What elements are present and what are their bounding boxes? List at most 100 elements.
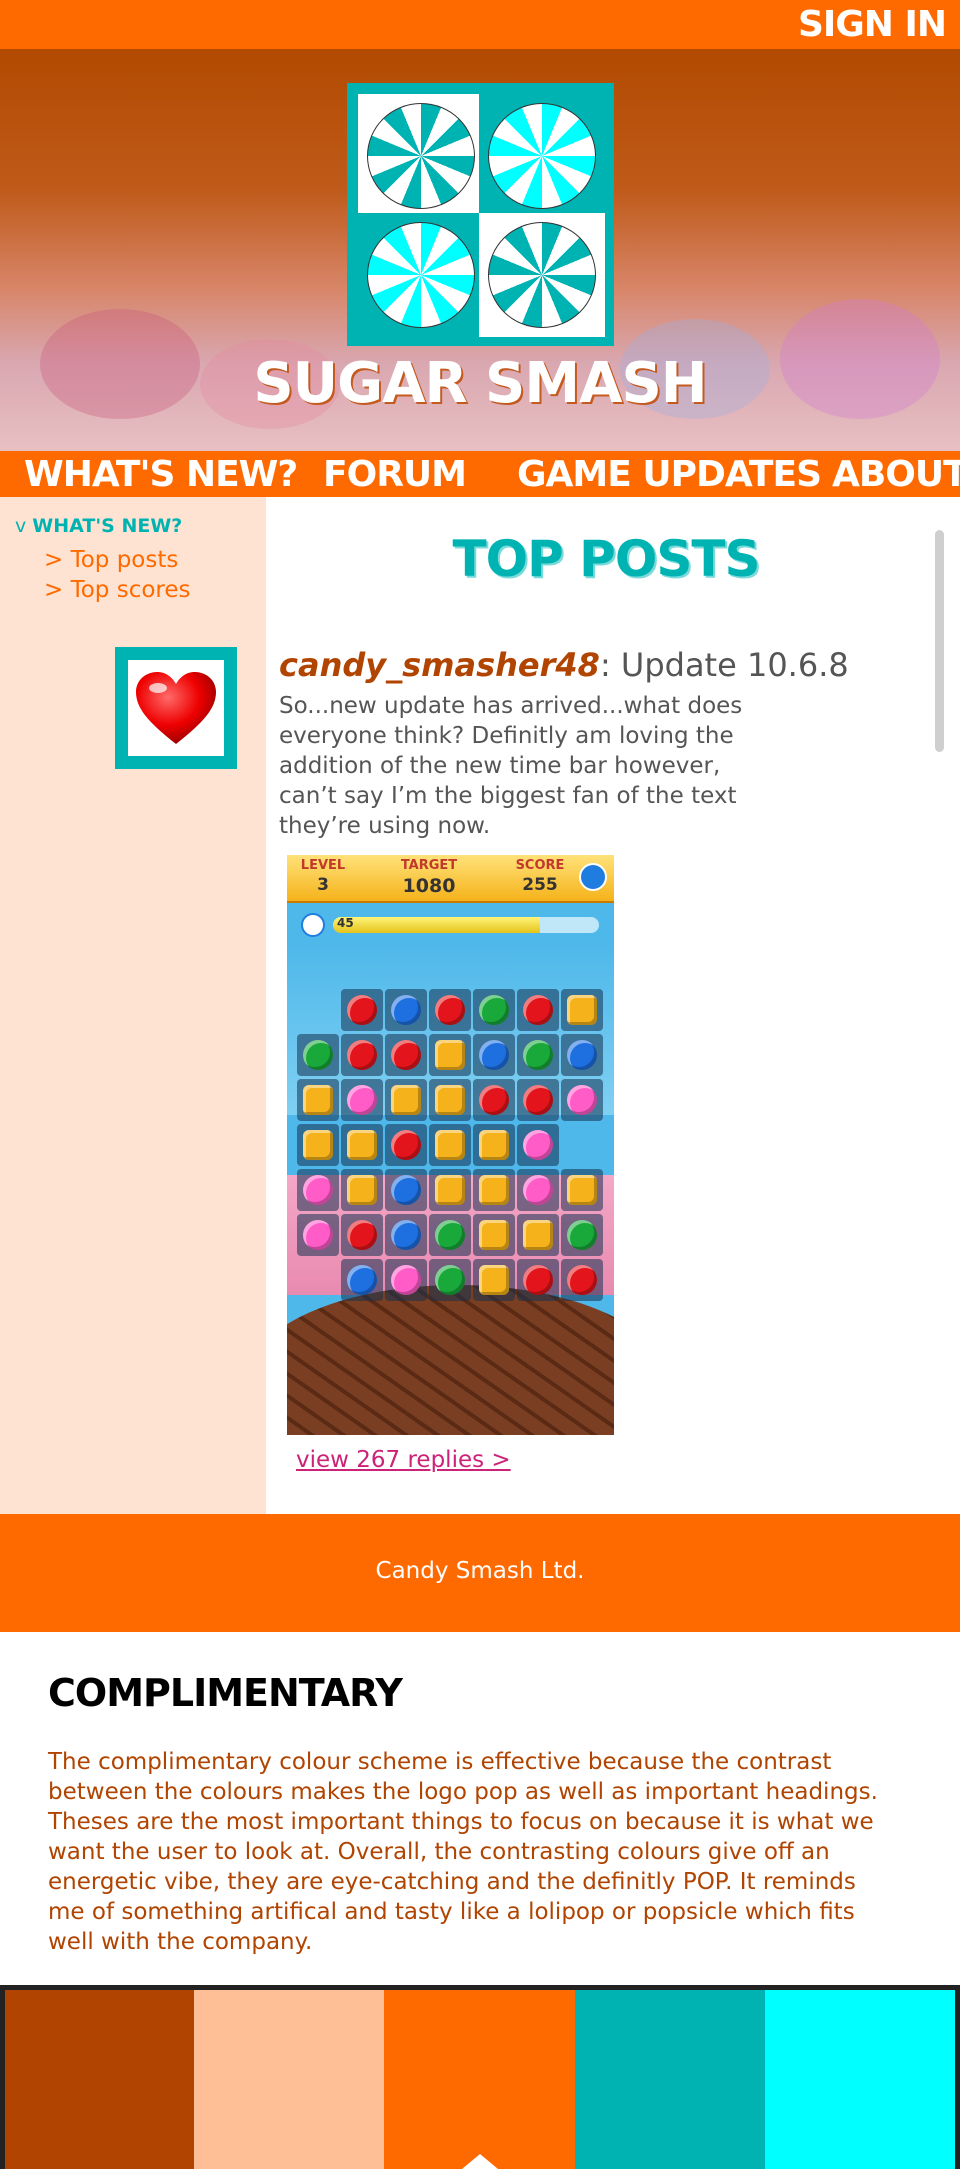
heart-candy-icon [523, 995, 553, 1025]
swatch-rust [5, 1990, 194, 2169]
complimentary-heading: COMPLIMENTARY [48, 1671, 403, 1715]
heart-candy-icon [391, 1130, 421, 1160]
score-value: 255 [522, 875, 558, 895]
board-cell [561, 989, 603, 1031]
caramel-candy-icon [347, 1175, 377, 1205]
board-cell [297, 1169, 339, 1211]
board-cell [297, 1124, 339, 1166]
target-label: TARGET [400, 858, 458, 873]
star-candy-icon [347, 1085, 377, 1115]
caramel-candy-icon [567, 995, 597, 1025]
logo-cell [479, 213, 605, 337]
post-author-link[interactable]: candy_smasher48 [279, 646, 600, 684]
game-screenshot[interactable]: LEVEL 3 TARGET 1080 SCORE 255 45 [287, 855, 614, 1435]
nav-forum[interactable]: FORUM [323, 454, 467, 495]
caramel-candy-icon [435, 1175, 465, 1205]
nav-whats-new[interactable]: WHAT'S NEW? [24, 454, 298, 495]
nav-game-updates[interactable]: GAME UPDATES [517, 454, 822, 495]
board-cell [517, 1079, 559, 1121]
swatch-cyan [765, 1990, 955, 2169]
board-cell [517, 1169, 559, 1211]
caramel-candy-icon [567, 1175, 597, 1205]
blue-candy-icon [347, 1265, 377, 1295]
board-cell [385, 1124, 427, 1166]
green-candy-icon [567, 1220, 597, 1250]
board-cell [385, 989, 427, 1031]
board-cell [341, 1079, 383, 1121]
caramel-candy-icon [435, 1085, 465, 1115]
heart-candy-icon [523, 1265, 553, 1295]
green-candy-icon [523, 1040, 553, 1070]
timer-value: 45 [337, 916, 354, 930]
avatar[interactable] [115, 647, 237, 769]
board-cell [473, 1169, 515, 1211]
board-cell [429, 989, 471, 1031]
heart-candy-icon [567, 1265, 597, 1295]
caramel-candy-icon [303, 1085, 333, 1115]
caramel-candy-icon [479, 1220, 509, 1250]
board-cell [341, 989, 383, 1031]
heart-candy-icon [347, 1220, 377, 1250]
swirl-candy-icon [367, 222, 475, 328]
board-cell [341, 1124, 383, 1166]
board-cell [297, 1214, 339, 1256]
blue-candy-icon [391, 995, 421, 1025]
green-candy-icon [435, 1265, 465, 1295]
board-cell [385, 1214, 427, 1256]
target-value: 1080 [402, 875, 456, 897]
caramel-candy-icon [523, 1220, 553, 1250]
complimentary-text: The complimentary colour scheme is effec… [48, 1749, 878, 1955]
caramel-candy-icon [479, 1265, 509, 1295]
logo-cell [358, 94, 484, 218]
sign-in-link[interactable]: SIGN IN [798, 4, 947, 45]
board-cell [297, 1034, 339, 1076]
candy-swirl-logo [347, 83, 614, 346]
board-cell [429, 1214, 471, 1256]
star-candy-icon [523, 1175, 553, 1205]
caramel-candy-icon [479, 1130, 509, 1160]
blue-candy-icon [391, 1175, 421, 1205]
heart-icon [136, 672, 216, 744]
board-cell [341, 1169, 383, 1211]
nav-about[interactable]: ABOUT [832, 454, 960, 495]
board-cell [429, 1124, 471, 1166]
site-title: SUGAR SMASH [253, 351, 707, 416]
caramel-candy-icon [479, 1175, 509, 1205]
star-candy-icon [303, 1175, 333, 1205]
caramel-candy-icon [435, 1040, 465, 1070]
star-candy-icon [523, 1130, 553, 1160]
sidebar: v WHAT'S NEW? > Top posts > Top scores [0, 497, 266, 1514]
colour-palette [0, 1985, 960, 2169]
top-bar: SIGN IN [0, 0, 960, 49]
game-board [297, 989, 612, 1309]
swirl-candy-icon [488, 103, 596, 209]
scroll-up-icon[interactable] [462, 2154, 498, 2169]
star-candy-icon [567, 1085, 597, 1115]
view-replies-link[interactable]: view 267 replies > [296, 1447, 511, 1473]
board-cell [561, 1259, 603, 1301]
footer: Candy Smash Ltd. [0, 1514, 960, 1632]
swirl-candy-icon [488, 222, 596, 328]
heart-candy-icon [479, 1085, 509, 1115]
heart-candy-icon [523, 1085, 553, 1115]
board-cell [473, 1259, 515, 1301]
main-nav: WHAT'S NEW? FORUM GAME UPDATES ABOUT [0, 451, 960, 497]
green-candy-icon [479, 995, 509, 1025]
hero-banner: SUGAR SMASH [0, 49, 960, 451]
sidebar-item-top-scores[interactable]: > Top scores [44, 577, 191, 603]
board-cell [429, 1259, 471, 1301]
sidebar-item-top-posts[interactable]: > Top posts [44, 547, 178, 573]
footer-text: Candy Smash Ltd. [375, 1558, 585, 1584]
board-cell [561, 1214, 603, 1256]
board-cell [473, 1214, 515, 1256]
score-label: SCORE [515, 858, 565, 873]
swatch-peach [194, 1990, 384, 2169]
swatch-teal [575, 1990, 765, 2169]
logo-cell [479, 94, 605, 218]
heart-candy-icon [435, 995, 465, 1025]
board-cell [517, 989, 559, 1031]
heart-candy-icon [347, 1040, 377, 1070]
caramel-candy-icon [347, 1130, 377, 1160]
board-cell [561, 1079, 603, 1121]
sidebar-section-toggle[interactable]: v WHAT'S NEW? [15, 515, 182, 537]
